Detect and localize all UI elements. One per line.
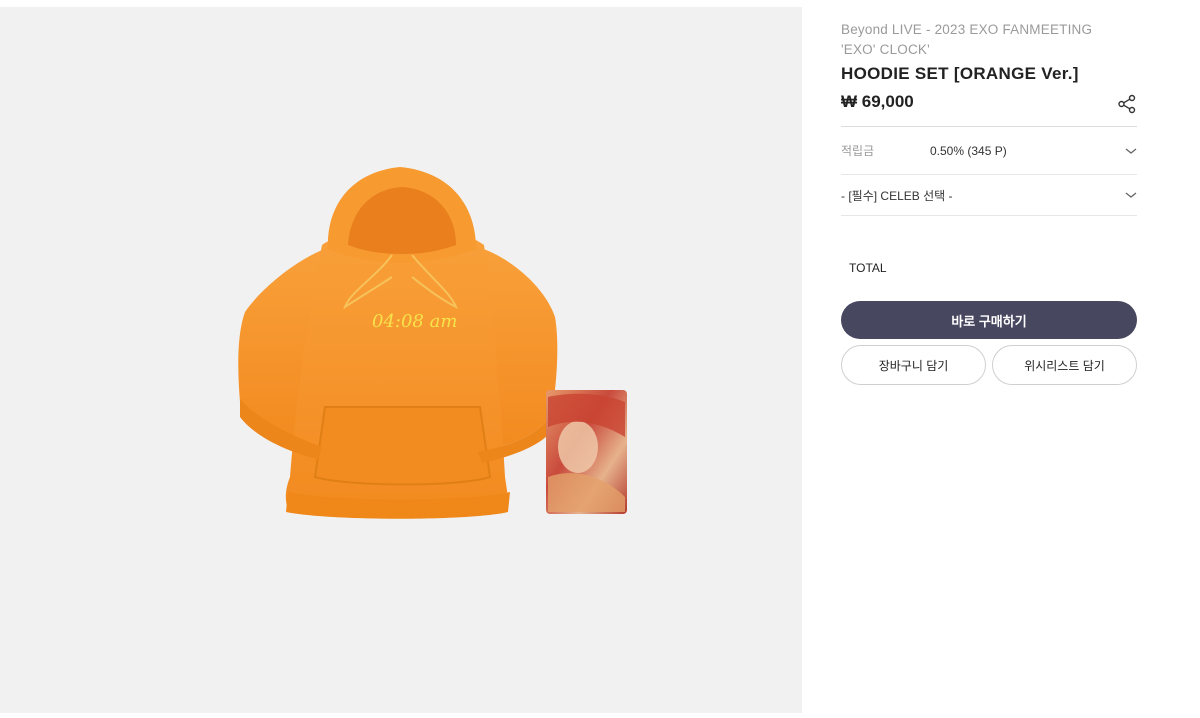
event-name: Beyond LIVE - 2023 EXO FANMEETING 'EXO' …	[841, 20, 1137, 60]
buy-now-button[interactable]: 바로 구매하기	[841, 301, 1137, 339]
total-label: TOTAL	[849, 261, 887, 275]
secondary-actions: 장바구니 담기 위시리스트 담기	[841, 345, 1137, 385]
product-image: 04:08 am	[238, 167, 627, 519]
celeb-select-value: - [필수] CELEB 선택 -	[841, 188, 953, 203]
celeb-select-dropdown[interactable]: - [필수] CELEB 선택 -	[841, 175, 1137, 216]
event-name-line2: 'EXO' CLOCK'	[841, 42, 930, 57]
product-title: HOODIE SET [ORANGE Ver.]	[841, 64, 1079, 83]
price-row: ₩ 69,000	[841, 92, 1137, 127]
share-icon[interactable]	[1117, 94, 1137, 114]
hoodie-illustration: 04:08 am	[238, 167, 558, 519]
points-row[interactable]: 적립금 0.50% (345 P)	[841, 127, 1137, 175]
product-image-panel: 04:08 am	[0, 7, 802, 713]
product-info-panel: Beyond LIVE - 2023 EXO FANMEETING 'EXO' …	[841, 20, 1137, 385]
photo-card	[546, 390, 627, 514]
add-to-cart-button[interactable]: 장바구니 담기	[841, 345, 986, 385]
hoodie-print-text: 04:08 am	[372, 311, 457, 332]
chevron-down-icon	[1125, 192, 1137, 198]
points-value: 0.50% (345 P)	[930, 143, 1007, 158]
product-detail-page: 04:08 am Beyond LIVE - 2023 EXO FANMEETI…	[0, 0, 1200, 718]
event-name-line1: Beyond LIVE - 2023 EXO FANMEETING	[841, 22, 1093, 37]
product-price: ₩ 69,000	[841, 92, 914, 111]
add-to-wishlist-button[interactable]: 위시리스트 담기	[992, 345, 1137, 385]
chevron-down-icon	[1125, 147, 1137, 154]
points-label: 적립금	[841, 144, 875, 158]
